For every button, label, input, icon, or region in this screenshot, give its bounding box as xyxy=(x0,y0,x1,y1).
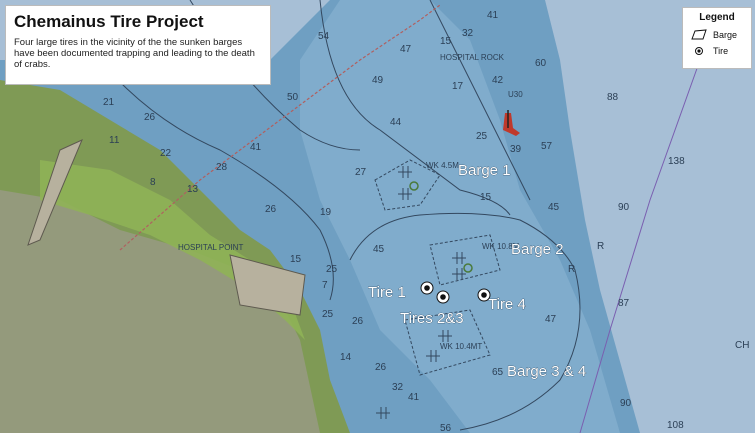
legend-title: Legend xyxy=(699,12,735,23)
sounding: 32 xyxy=(392,382,404,393)
legend-item-barge: Barge xyxy=(689,27,745,43)
sounding: 13 xyxy=(187,184,199,195)
sounding: 15 xyxy=(480,192,492,203)
sounding: 39 xyxy=(510,144,522,155)
info-panel: Chemainus Tire Project Four large tires … xyxy=(5,5,271,85)
u30-label: U30 xyxy=(508,90,523,99)
sounding: 26 xyxy=(375,362,387,373)
sounding: R xyxy=(568,264,575,275)
sounding: 138 xyxy=(668,156,685,167)
sounding: 27 xyxy=(355,167,367,178)
wreck-label: WK 4.5M xyxy=(426,161,459,170)
legend-label-barge: Barge xyxy=(713,30,738,40)
legend-item-tire: Tire xyxy=(689,43,745,59)
sounding: 50 xyxy=(287,92,299,103)
sounding: 56 xyxy=(440,423,452,433)
sounding: 47 xyxy=(545,314,557,325)
sounding: 25 xyxy=(476,131,488,142)
tires-2-3-label: Tires 2&3 xyxy=(400,310,464,327)
map-title: Chemainus Tire Project xyxy=(14,12,204,31)
sounding: 15 xyxy=(440,36,452,47)
place-label: CH xyxy=(735,340,749,351)
tire-1-label: Tire 1 xyxy=(368,284,406,301)
sounding: 25 xyxy=(322,309,334,320)
legend-panel: Legend Barge Tire xyxy=(682,7,752,69)
tire-2-3-marker[interactable] xyxy=(436,290,450,304)
sounding: R xyxy=(597,241,604,252)
tire-4-label: Tire 4 xyxy=(488,296,526,313)
sounding: 8 xyxy=(150,177,156,188)
sounding: 22 xyxy=(160,148,172,159)
sounding: 41 xyxy=(250,142,262,153)
hospital-rock-label: HOSPITAL ROCK xyxy=(440,53,505,62)
tire-1-marker[interactable] xyxy=(420,281,434,295)
sounding: 44 xyxy=(390,117,402,128)
barge-2-label: Barge 2 xyxy=(511,241,564,258)
sounding: 45 xyxy=(373,244,385,255)
sounding: 42 xyxy=(492,75,504,86)
sounding: 41 xyxy=(408,392,420,403)
sounding: 41 xyxy=(487,10,499,21)
sounding: 65 xyxy=(492,367,504,378)
sounding: 57 xyxy=(541,141,553,152)
barge-outline-icon xyxy=(691,29,707,40)
sounding: 26 xyxy=(352,316,364,327)
sounding: 90 xyxy=(618,202,630,213)
tire-4-marker[interactable] xyxy=(477,288,491,302)
sounding: 88 xyxy=(607,92,619,103)
tire-dot-icon xyxy=(695,47,703,55)
wreck-label: WK 10.4MT xyxy=(440,342,482,351)
sounding: 32 xyxy=(462,28,474,39)
sounding: 60 xyxy=(535,58,547,69)
sounding: 14 xyxy=(340,352,352,363)
sounding: 17 xyxy=(452,81,464,92)
barge-1-label: Barge 1 xyxy=(458,162,511,179)
sounding: 25 xyxy=(326,264,338,275)
sounding: 47 xyxy=(400,44,412,55)
sounding: 49 xyxy=(372,75,384,86)
sounding: 45 xyxy=(548,202,560,213)
sounding: 15 xyxy=(290,254,302,265)
sounding: 19 xyxy=(320,207,332,218)
sounding: 26 xyxy=(144,112,156,123)
sounding: 7 xyxy=(322,280,328,291)
sounding: 54 xyxy=(318,31,330,42)
legend-label-tire: Tire xyxy=(713,46,729,56)
sounding: 21 xyxy=(103,97,115,108)
barge-3-4-label: Barge 3 & 4 xyxy=(507,363,586,380)
sounding: 90 xyxy=(620,398,632,409)
sounding: 108 xyxy=(667,420,684,431)
hospital-point-label: HOSPITAL POINT xyxy=(178,243,243,252)
map-description: Four large tires in the vicinity of the … xyxy=(14,37,255,70)
sounding: 11 xyxy=(109,135,120,146)
sounding: 87 xyxy=(618,298,630,309)
sounding: 28 xyxy=(216,162,228,173)
sounding: 26 xyxy=(265,204,277,215)
